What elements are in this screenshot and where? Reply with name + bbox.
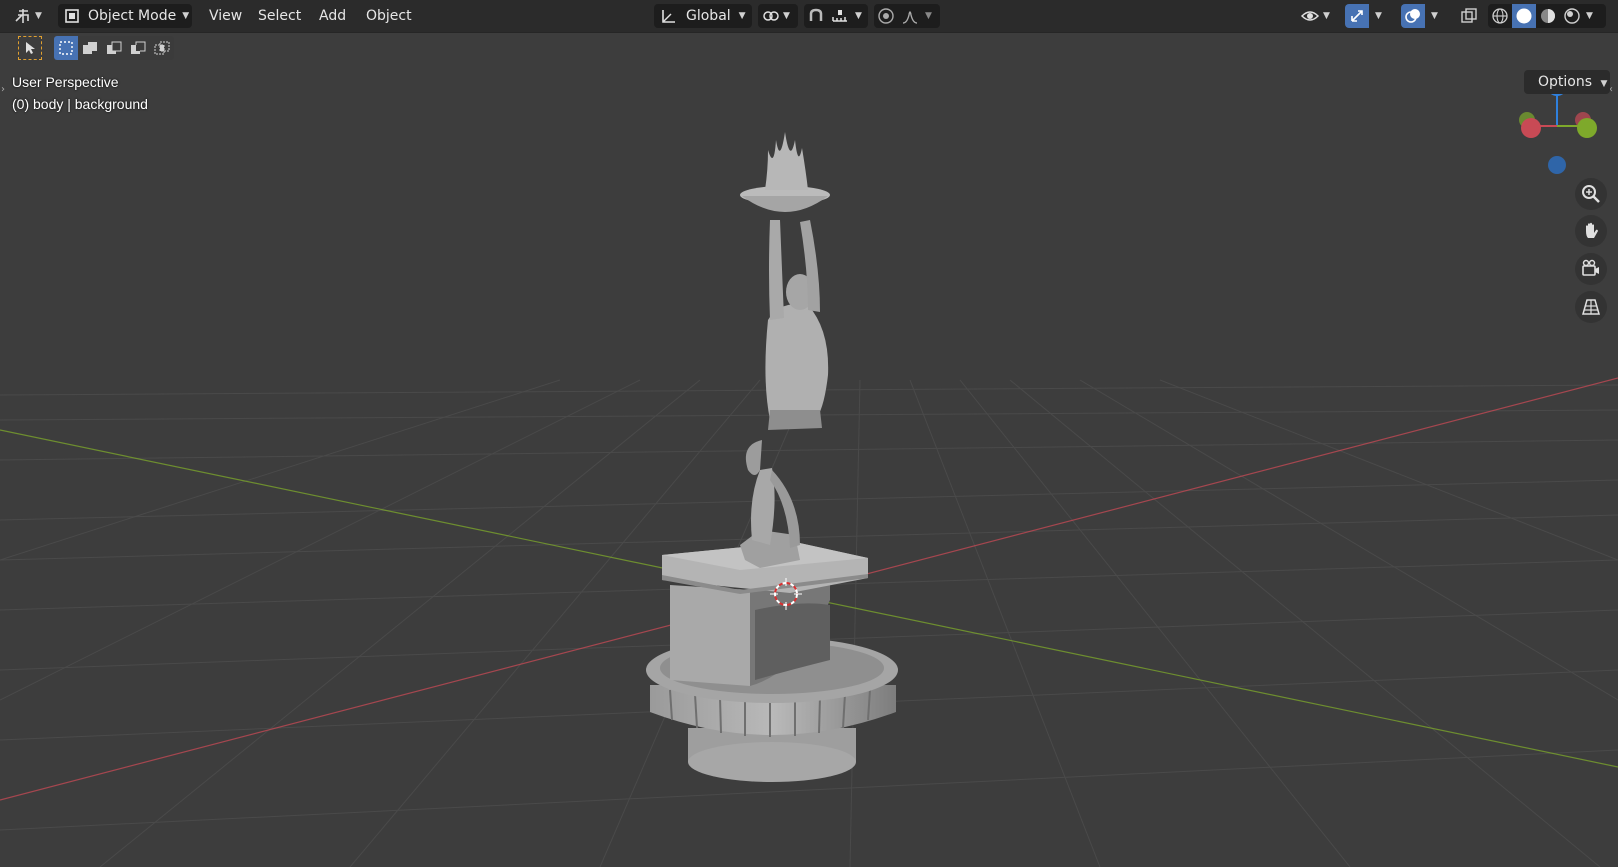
gizmo-x-pos[interactable] <box>1521 118 1541 138</box>
transform-orientation-dropdown[interactable]: Global ▼ <box>654 4 752 28</box>
pan-hand-icon <box>1586 222 1598 238</box>
shading-mode-group: ▼ <box>1488 4 1606 28</box>
menu-object[interactable]: Object <box>366 4 412 28</box>
toolbar-region-toggle[interactable]: › <box>1 84 5 95</box>
gizmo-icon <box>1351 10 1363 22</box>
chevron-down-icon: ▼ <box>1323 11 1330 21</box>
statue-model[interactable] <box>646 132 898 782</box>
tool-settings-bar: Options ▼ <box>0 34 1618 94</box>
material-shading-icon <box>1541 9 1555 23</box>
xray-icon <box>1461 8 1477 23</box>
proportional-edit-toggle[interactable] <box>874 4 898 28</box>
mode-label: Object Mode <box>88 8 177 24</box>
chevron-down-icon: ▼ <box>855 11 862 21</box>
menu-select[interactable]: Select <box>258 4 301 28</box>
snap-toggle[interactable] <box>804 4 828 28</box>
perspective-grid-icon <box>1582 299 1600 315</box>
chevron-down-icon: ▼ <box>783 11 790 21</box>
solid-shading-icon <box>1516 8 1532 24</box>
select-subtract-button[interactable] <box>102 36 126 60</box>
transform-orientation-label: Global <box>686 8 731 24</box>
object-mode-icon <box>65 9 79 23</box>
chevron-down-icon: ▼ <box>1600 79 1608 89</box>
3d-viewport[interactable]: User Perspective (0) body | background ›… <box>0 0 1618 867</box>
camera-view-button[interactable] <box>1575 253 1607 285</box>
zoom-button[interactable] <box>1575 178 1607 210</box>
chevron-down-icon: ▼ <box>182 11 190 21</box>
gizmo-z-neg[interactable] <box>1548 156 1566 174</box>
selection-mode-group <box>54 36 176 60</box>
object-info-label: (0) body | background <box>12 96 148 112</box>
visibility-icon <box>1300 11 1320 21</box>
xray-toggle[interactable] <box>1457 4 1481 28</box>
viewport-header: ▼ Object Mode ▼ View Select Add Object G… <box>0 0 1618 33</box>
overlay-icon <box>1405 9 1420 23</box>
visibility-dropdown[interactable]: ▼ <box>1298 4 1336 28</box>
chevron-down-icon: ▼ <box>35 11 42 21</box>
pivot-point-dropdown[interactable]: ▼ <box>758 4 798 28</box>
snap-increment-icon <box>832 10 847 22</box>
chevron-down-icon[interactable]: ▼ <box>1586 11 1593 21</box>
snap-target-dropdown[interactable] <box>828 4 852 28</box>
view-name-label: User Perspective <box>12 74 119 90</box>
overlay-toggle[interactable] <box>1401 4 1425 28</box>
perspective-toggle-button[interactable] <box>1575 291 1607 323</box>
solid-shading-button[interactable] <box>1512 4 1536 28</box>
select-intersect-button[interactable] <box>150 36 174 60</box>
camera-icon <box>1582 259 1599 276</box>
cursor-arrow-icon <box>26 42 35 54</box>
wireframe-shading-button[interactable] <box>1488 4 1512 28</box>
chevron-down-icon: ▼ <box>925 11 932 21</box>
pan-button[interactable] <box>1575 215 1607 247</box>
select-extend-icon <box>83 42 97 54</box>
select-intersect-icon <box>154 41 170 55</box>
chevron-down-icon: ▼ <box>738 11 746 21</box>
select-extend-button[interactable] <box>78 36 102 60</box>
viewport-scene[interactable] <box>0 0 1618 867</box>
active-tool-button[interactable] <box>18 36 42 60</box>
chevron-down-icon[interactable]: ▼ <box>1375 11 1382 21</box>
overlay-toggle-group: ▼ <box>1401 4 1449 28</box>
options-dropdown[interactable]: Options ▼ <box>1524 70 1610 94</box>
proportional-editing-group: ▼ <box>874 4 940 28</box>
options-label: Options <box>1538 74 1593 90</box>
snap-icon <box>809 8 823 21</box>
zoom-icon <box>1582 185 1600 203</box>
falloff-icon <box>902 11 918 24</box>
rendered-shading-icon <box>1564 8 1580 24</box>
select-subtract-icon <box>107 41 122 54</box>
menu-add[interactable]: Add <box>319 4 346 28</box>
select-difference-icon <box>131 41 146 54</box>
menu-view[interactable]: View <box>209 4 242 28</box>
select-new-icon <box>59 41 73 55</box>
rendered-shading-button[interactable] <box>1560 4 1584 28</box>
mode-dropdown[interactable]: Object Mode ▼ <box>58 4 192 28</box>
editor-type-icon <box>15 9 29 23</box>
transform-orientation-icon <box>662 10 675 23</box>
falloff-dropdown[interactable] <box>898 4 922 28</box>
chevron-down-icon[interactable]: ▼ <box>1431 11 1438 21</box>
select-difference-button[interactable] <box>126 36 150 60</box>
gizmo-toggle[interactable] <box>1345 4 1369 28</box>
select-new-button[interactable] <box>54 36 78 60</box>
wireframe-shading-icon <box>1492 8 1508 24</box>
gizmo-toggle-group: ▼ <box>1345 4 1393 28</box>
snap-group: ▼ <box>804 4 868 28</box>
editor-type-button[interactable]: ▼ <box>14 4 50 28</box>
material-shading-button[interactable] <box>1536 4 1560 28</box>
proportional-edit-icon <box>878 8 894 24</box>
pivot-icon <box>763 11 779 21</box>
gizmo-y-pos[interactable] <box>1577 118 1597 138</box>
